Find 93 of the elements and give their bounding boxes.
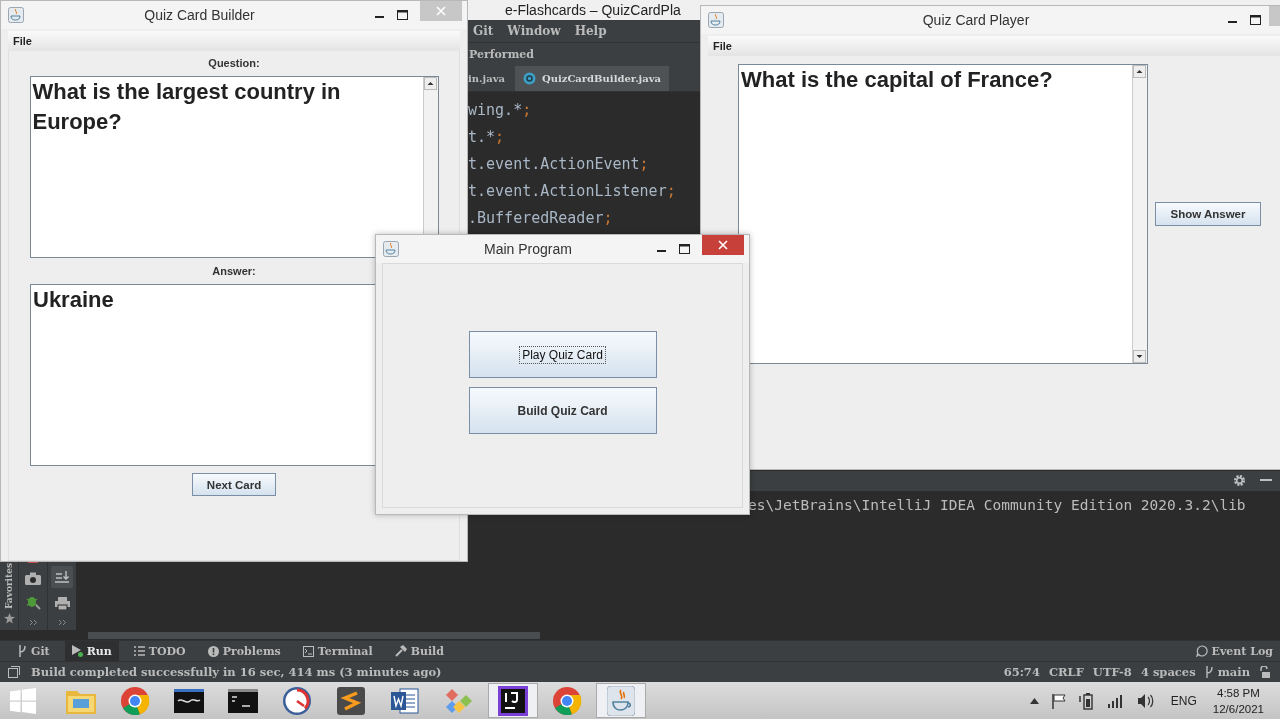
maximize-icon[interactable] — [1250, 15, 1261, 25]
console-output: es\JetBrains\IntelliJ IDEA Community Edition 2020.3.2\lib — [748, 496, 1246, 513]
status-item[interactable]: 4 spaces — [1140, 665, 1196, 679]
favorites-label[interactable]: Favorites — [4, 563, 14, 610]
maximize-icon[interactable] — [397, 10, 408, 20]
clock[interactable]: 4:58 PM 12/6/2021 — [1212, 684, 1270, 717]
close-button[interactable] — [702, 235, 744, 255]
warning-icon — [207, 645, 219, 657]
scroll-up-icon[interactable] — [1133, 65, 1146, 78]
settings-icon[interactable] — [1233, 474, 1246, 488]
status-item[interactable]: 65:74 — [1003, 665, 1040, 679]
gauge-icon — [282, 685, 312, 716]
status-message[interactable]: Build completed successfully in 16 sec, 414 ms (3 minutes ago) — [31, 665, 442, 679]
browser-icon — [120, 685, 150, 716]
cup-icon — [383, 241, 399, 257]
window-title: Main Program — [483, 241, 573, 257]
flag-icon[interactable] — [1050, 692, 1067, 709]
branch-indicator[interactable]: main — [1204, 665, 1250, 679]
code-line: t.*; — [468, 126, 505, 148]
status-item[interactable]: CRLF — [1048, 665, 1084, 679]
language-indicator[interactable]: ENG — [1170, 693, 1197, 708]
browser-icon — [552, 685, 582, 716]
tool-tab[interactable]: Build — [387, 641, 451, 662]
scroll-up-icon[interactable] — [423, 77, 437, 90]
terminal-icon — [302, 645, 314, 657]
editor-icon — [337, 686, 365, 715]
close-icon — [436, 6, 446, 16]
code-line: t.event.ActionListener; — [468, 180, 676, 202]
text-area[interactable]: Ukraine — [30, 284, 375, 466]
sort-icon[interactable] — [51, 566, 73, 589]
class-icon — [522, 71, 536, 85]
print-icon[interactable] — [54, 597, 70, 611]
scrollbar[interactable] — [88, 631, 540, 639]
menu-item[interactable]: File — [13, 35, 32, 47]
console-icon — [228, 688, 258, 713]
text-area[interactable]: What is the capital of France? — [738, 64, 1148, 364]
close-icon — [718, 240, 728, 250]
start-button[interactable] — [10, 687, 36, 714]
window-title: Quiz Card Builder — [143, 7, 256, 23]
text-area[interactable]: What is the largest country in Europe? — [29, 76, 439, 258]
speech-bubble-icon — [1195, 645, 1208, 658]
menu-item[interactable]: Git — [473, 23, 494, 38]
code-line: wing.*; — [468, 99, 532, 121]
next-card-button[interactable]: Next Card — [192, 473, 276, 496]
list-icon — [133, 646, 145, 657]
window-title: e-Flashcards – QuizCardPla — [505, 1, 681, 18]
scrollbar[interactable] — [1132, 65, 1147, 363]
show-answer-button[interactable]: Show Answer — [1155, 202, 1261, 226]
field-label: Question: — [208, 57, 260, 71]
field-label: Answer: — [212, 265, 256, 279]
volume-icon[interactable] — [1136, 692, 1155, 709]
tool-tab[interactable]: TODO — [126, 641, 193, 662]
more-icon[interactable] — [28, 619, 38, 627]
cup-icon — [708, 12, 724, 28]
document-icon — [390, 686, 420, 715]
play-icon — [71, 645, 83, 658]
message-icon[interactable] — [8, 666, 20, 678]
menu-item[interactable]: Help — [574, 23, 607, 38]
taskbar-app[interactable] — [488, 683, 538, 718]
branch-icon — [17, 645, 27, 658]
lock-icon[interactable] — [1259, 666, 1270, 678]
minimize-icon[interactable] — [1260, 479, 1272, 483]
ide-icon — [498, 685, 528, 716]
hammer-icon — [394, 645, 407, 658]
star-icon[interactable] — [3, 613, 15, 625]
menu-item[interactable]: Window — [507, 23, 561, 38]
breadcrumb[interactable]: Performed — [469, 47, 534, 61]
tool-tab[interactable]: Git — [10, 641, 57, 662]
menu-item[interactable]: File — [713, 40, 732, 52]
menu-button[interactable]: Build Quiz Card — [468, 387, 657, 434]
status-item[interactable]: UTF-8 — [1092, 665, 1132, 679]
tool-tab[interactable]: Run — [64, 641, 119, 662]
window-icon — [174, 688, 204, 713]
battery-icon[interactable] — [1078, 691, 1095, 710]
code-line: t.event.ActionEvent; — [468, 153, 649, 175]
signal-icon[interactable] — [1106, 693, 1125, 708]
tool-tab[interactable]: Terminal — [295, 641, 380, 662]
event-log-tab[interactable]: Event Log — [1188, 641, 1280, 662]
window-title: Quiz Card Player — [921, 12, 1031, 28]
scroll-down-icon[interactable] — [1133, 350, 1146, 363]
more-icon[interactable] — [57, 619, 67, 627]
branch-icon — [1204, 666, 1214, 678]
camera-icon[interactable] — [25, 572, 41, 586]
editor-tab[interactable]: in.java — [468, 65, 513, 91]
cup-icon — [8, 7, 24, 23]
menu-button[interactable]: Play Quiz Card — [468, 331, 657, 378]
maximize-icon[interactable] — [679, 244, 690, 254]
cup-icon — [607, 685, 635, 716]
tool-tab[interactable]: Problems — [200, 641, 288, 662]
editor-tab[interactable]: QuizCardBuilder.java — [514, 65, 669, 91]
bug-icon[interactable] — [25, 594, 41, 611]
tray-expand-icon[interactable] — [1029, 697, 1039, 704]
code-line: .BufferedReader; — [468, 207, 613, 229]
